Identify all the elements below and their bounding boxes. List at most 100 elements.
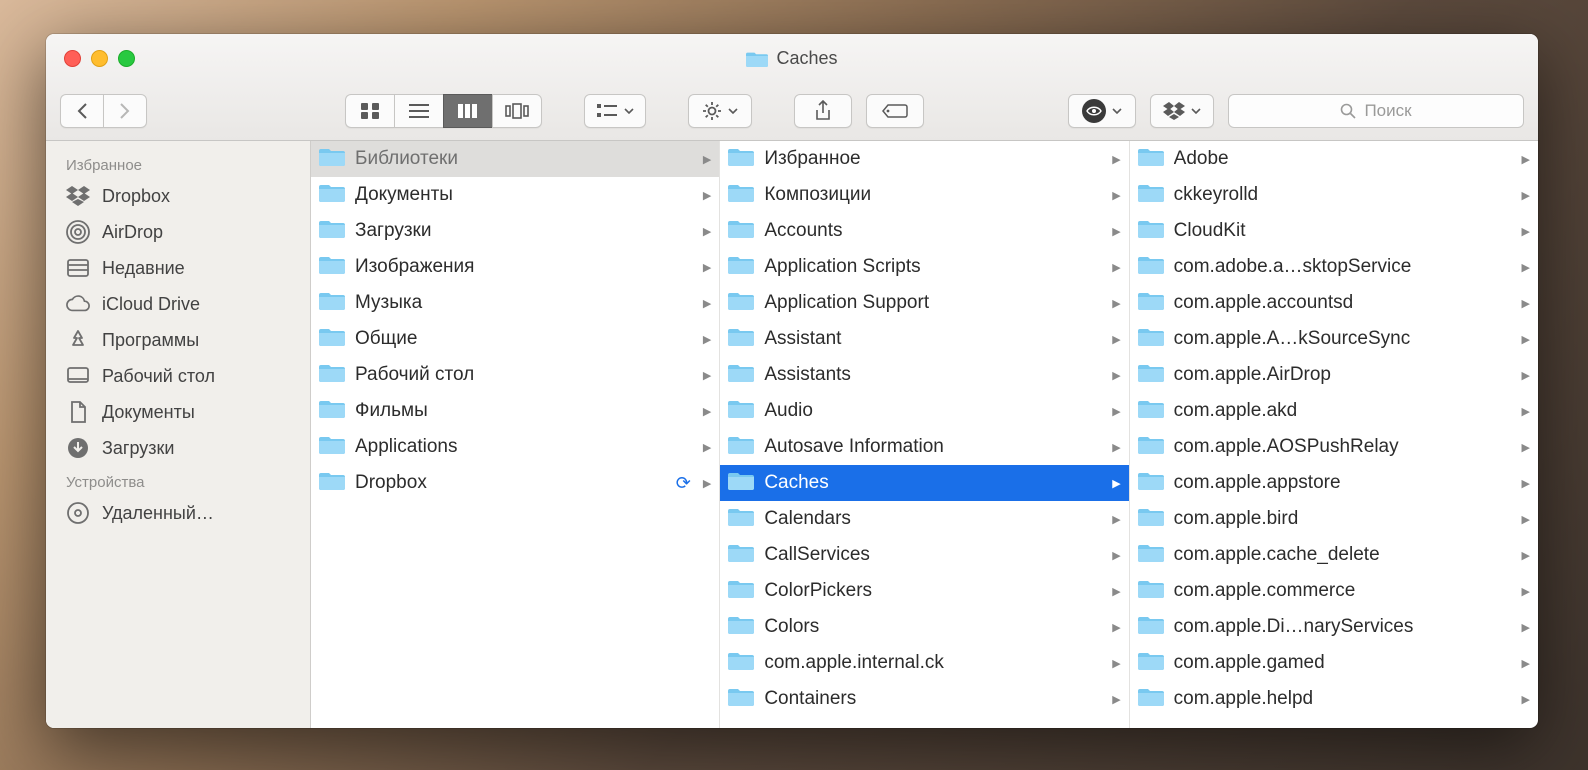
folder-row[interactable]: Application Support▶	[720, 285, 1128, 321]
folder-row[interactable]: Autosave Information▶	[720, 429, 1128, 465]
chevron-right-icon: ▶	[1522, 441, 1530, 454]
folder-row[interactable]: Assistants▶	[720, 357, 1128, 393]
close-button[interactable]	[64, 50, 81, 67]
folder-row[interactable]: Dropbox⟳▶	[311, 465, 719, 501]
sidebar-item[interactable]: iCloud Drive	[46, 286, 310, 322]
view-icons-button[interactable]	[345, 94, 394, 128]
back-button[interactable]	[60, 94, 103, 128]
folder-row[interactable]: com.apple.AirDrop▶	[1130, 357, 1538, 393]
column: Adobe▶ckkeyrolld▶CloudKit▶com.adobe.a…sk…	[1130, 141, 1538, 728]
folder-row[interactable]: Assistant▶	[720, 321, 1128, 357]
minimize-button[interactable]	[91, 50, 108, 67]
tags-button[interactable]	[866, 94, 924, 128]
dropbox-toolbar-button[interactable]	[1150, 94, 1214, 128]
sidebar-item-label: Документы	[102, 402, 195, 423]
folder-row[interactable]: Музыка▶	[311, 285, 719, 321]
folder-row[interactable]: com.adobe.a…sktopService▶	[1130, 249, 1538, 285]
zoom-button[interactable]	[118, 50, 135, 67]
share-button[interactable]	[794, 94, 852, 128]
sidebar-item[interactable]: Dropbox	[46, 178, 310, 214]
folder-icon	[728, 398, 754, 424]
folder-name: Документы	[355, 184, 693, 206]
nav-buttons	[60, 94, 147, 128]
folder-icon	[319, 290, 345, 316]
folder-row[interactable]: CloudKit▶	[1130, 213, 1538, 249]
folder-row[interactable]: Изображения▶	[311, 249, 719, 285]
folder-icon	[1138, 362, 1164, 388]
folder-icon	[1138, 398, 1164, 424]
group-button[interactable]	[584, 94, 646, 128]
view-list-button[interactable]	[394, 94, 443, 128]
chevron-right-icon: ▶	[1112, 225, 1120, 238]
folder-row[interactable]: Accounts▶	[720, 213, 1128, 249]
chevron-right-icon: ▶	[703, 225, 711, 238]
chevron-right-icon: ▶	[1112, 585, 1120, 598]
folder-row[interactable]: ckkeyrolld▶	[1130, 177, 1538, 213]
folder-row[interactable]: com.apple.commerce▶	[1130, 573, 1538, 609]
folder-row[interactable]: Фильмы▶	[311, 393, 719, 429]
folder-row[interactable]: com.apple.appstore▶	[1130, 465, 1538, 501]
sidebar-item[interactable]: AirDrop	[46, 214, 310, 250]
folder-row[interactable]: com.apple.Di…naryServices▶	[1130, 609, 1538, 645]
chevron-right-icon: ▶	[703, 405, 711, 418]
chevron-down-icon	[624, 108, 634, 114]
sidebar-item[interactable]: Удаленный…	[46, 495, 310, 531]
folder-row[interactable]: Adobe▶	[1130, 141, 1538, 177]
folder-row[interactable]: Избранное▶	[720, 141, 1128, 177]
folder-row[interactable]: com.apple.A…kSourceSync▶	[1130, 321, 1538, 357]
sidebar-section-header: Устройства	[46, 466, 310, 495]
folder-row[interactable]: com.apple.AOSPushRelay▶	[1130, 429, 1538, 465]
folder-name: CallServices	[764, 544, 1102, 566]
tag-icon	[882, 103, 908, 119]
chevron-right-icon: ▶	[1522, 261, 1530, 274]
view-gallery-button[interactable]	[492, 94, 542, 128]
folder-row[interactable]: Applications▶	[311, 429, 719, 465]
folder-icon	[728, 542, 754, 568]
folder-row[interactable]: Документы▶	[311, 177, 719, 213]
folder-icon	[1138, 506, 1164, 532]
folder-row[interactable]: Рабочий стол▶	[311, 357, 719, 393]
folder-row[interactable]: com.apple.bird▶	[1130, 501, 1538, 537]
folder-icon	[1138, 650, 1164, 676]
folder-row[interactable]: Загрузки▶	[311, 213, 719, 249]
folder-name: CloudKit	[1174, 220, 1512, 242]
chevron-right-icon: ▶	[1112, 369, 1120, 382]
sidebar-item[interactable]: Рабочий стол	[46, 358, 310, 394]
folder-name: Caches	[764, 472, 1102, 494]
folder-row[interactable]: Containers▶	[720, 681, 1128, 717]
folder-row[interactable]: com.apple.internal.ck▶	[720, 645, 1128, 681]
forward-button[interactable]	[103, 94, 147, 128]
folder-row[interactable]: com.apple.gamed▶	[1130, 645, 1538, 681]
quicklook-button[interactable]	[1068, 94, 1136, 128]
folder-row[interactable]: Application Scripts▶	[720, 249, 1128, 285]
folder-row[interactable]: com.apple.akd▶	[1130, 393, 1538, 429]
dropbox-icon	[1163, 102, 1185, 120]
folder-row[interactable]: Общие▶	[311, 321, 719, 357]
folder-row[interactable]: Colors▶	[720, 609, 1128, 645]
search-field[interactable]: Поиск	[1228, 94, 1524, 128]
folder-row[interactable]: ColorPickers▶	[720, 573, 1128, 609]
folder-row[interactable]: com.apple.accountsd▶	[1130, 285, 1538, 321]
folder-icon	[319, 254, 345, 280]
chevron-right-icon: ▶	[1112, 297, 1120, 310]
folder-row[interactable]: com.apple.cache_delete▶	[1130, 537, 1538, 573]
sidebar-item[interactable]: Загрузки	[46, 430, 310, 466]
list-icon	[408, 103, 430, 119]
folder-row[interactable]: Caches▶	[720, 465, 1128, 501]
folder-row[interactable]: Композиции▶	[720, 177, 1128, 213]
folder-row[interactable]: Библиотеки▶	[311, 141, 719, 177]
action-button[interactable]	[688, 94, 752, 128]
folder-row[interactable]: com.apple.helpd▶	[1130, 681, 1538, 717]
folder-row[interactable]: Audio▶	[720, 393, 1128, 429]
chevron-right-icon: ▶	[1112, 549, 1120, 562]
folder-name: Общие	[355, 328, 693, 350]
folder-icon	[1138, 686, 1164, 712]
sidebar-item[interactable]: Недавние	[46, 250, 310, 286]
sidebar-item[interactable]: Документы	[46, 394, 310, 430]
chevron-right-icon: ▶	[1522, 657, 1530, 670]
chevron-right-icon: ▶	[1522, 189, 1530, 202]
folder-row[interactable]: CallServices ▶	[720, 537, 1128, 573]
sidebar-item[interactable]: Программы	[46, 322, 310, 358]
view-columns-button[interactable]	[443, 94, 492, 128]
folder-row[interactable]: Calendars▶	[720, 501, 1128, 537]
